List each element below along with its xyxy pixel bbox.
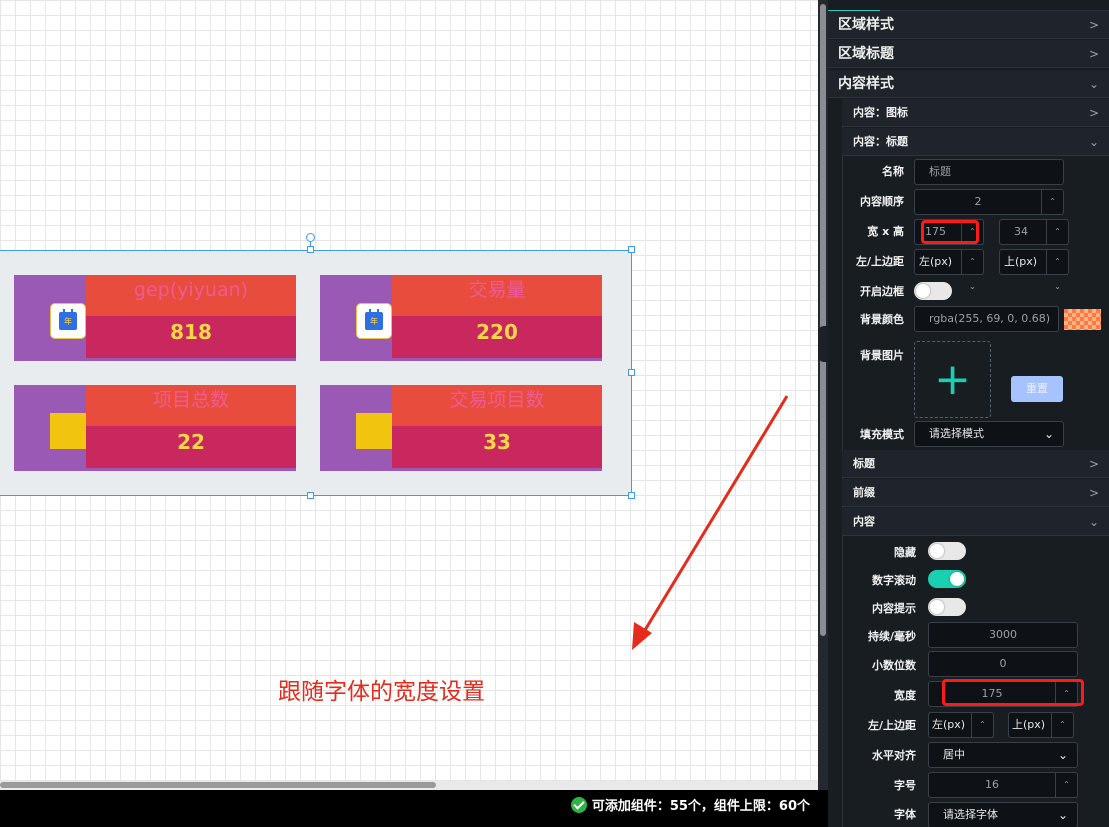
vertical-scrollbar[interactable] bbox=[818, 0, 828, 790]
chevron-down-icon: ⌄ bbox=[1057, 808, 1068, 822]
upload-button[interactable]: + bbox=[914, 341, 991, 418]
chevron-right-icon: > bbox=[1088, 106, 1099, 120]
chevron-right-icon: > bbox=[1088, 47, 1099, 61]
hide-toggle[interactable] bbox=[928, 542, 966, 560]
fill-mode-select[interactable]: 请选择模式 ⌄ bbox=[914, 421, 1064, 447]
hide-label: 隐藏 bbox=[894, 546, 916, 559]
size-label: 宽 x 高 bbox=[867, 225, 904, 238]
top-margin-input[interactable]: 上(px) ⌃ ⌄ bbox=[999, 249, 1069, 291]
subsection-content[interactable]: 内容 ⌄ bbox=[842, 508, 1109, 536]
border-label: 开启边框 bbox=[860, 285, 904, 298]
tip-label: 内容提示 bbox=[872, 602, 916, 615]
name-label: 名称 bbox=[882, 165, 904, 178]
stat-card-component[interactable]: 年 gep(yiyuan) 818 年 交易量 220 项目总数 22 交易项目… bbox=[0, 250, 632, 496]
content-margin-label: 左/上边距 bbox=[867, 719, 916, 732]
content-tip-toggle[interactable] bbox=[928, 598, 966, 616]
height-input[interactable]: 34⌃⌄ bbox=[999, 219, 1069, 261]
number-scroll-toggle[interactable] bbox=[928, 570, 966, 588]
font-select[interactable]: 请选择字体 ⌄ bbox=[928, 802, 1078, 827]
fontsize-input[interactable]: 16⌃⌄ bbox=[928, 772, 1078, 814]
yellow-square-icon bbox=[50, 413, 86, 449]
scroll-label: 数字滚动 bbox=[872, 574, 916, 587]
horizontal-scrollbar[interactable] bbox=[0, 781, 822, 790]
subsection-prefix[interactable]: 前缀 > bbox=[842, 479, 1109, 507]
order-label: 内容顺序 bbox=[860, 195, 904, 208]
card-title: 交易量 bbox=[392, 275, 602, 316]
decimals-input[interactable]: 0 bbox=[928, 651, 1078, 677]
section-area-title[interactable]: 区域标题 > bbox=[828, 40, 1109, 68]
rotate-handle[interactable] bbox=[306, 233, 315, 242]
card-title: 项目总数 bbox=[86, 385, 296, 426]
status-text: 可添加组件：55个，组件上限：60个 bbox=[591, 799, 810, 814]
annotation-text: 跟随字体的宽度设置 bbox=[278, 679, 485, 705]
order-input[interactable]: 2⌃⌄ bbox=[914, 189, 1064, 231]
bg-color-label: 背景颜色 bbox=[860, 313, 904, 326]
reset-button[interactable]: 重置 bbox=[1011, 376, 1063, 402]
section-area-style[interactable]: 区域样式 > bbox=[828, 11, 1109, 39]
content-left-margin-input[interactable]: 左(px)⌃⌄ bbox=[928, 712, 994, 754]
resize-handle-right[interactable] bbox=[628, 369, 635, 376]
chevron-down-icon: ⌄ bbox=[1043, 427, 1054, 441]
width-label: 宽度 bbox=[894, 689, 916, 702]
fontsize-label: 字号 bbox=[894, 779, 916, 792]
font-label: 字体 bbox=[894, 808, 916, 821]
card-value: 818 bbox=[86, 316, 296, 358]
plus-icon: + bbox=[934, 353, 971, 405]
subsection-title[interactable]: 标题 > bbox=[842, 450, 1109, 478]
annotation-arrow bbox=[632, 395, 789, 650]
chevron-down-icon: ⌄ bbox=[1088, 515, 1099, 529]
calendar-icon: 年 bbox=[50, 303, 86, 339]
yellow-square-icon bbox=[356, 413, 392, 449]
status-bar: 可添加组件：55个，组件上限：60个 bbox=[0, 790, 828, 827]
resize-handle-bottom[interactable] bbox=[307, 492, 314, 499]
card-value: 220 bbox=[392, 316, 602, 358]
fill-mode-label: 填充模式 bbox=[860, 428, 904, 441]
duration-input[interactable]: 3000 bbox=[928, 622, 1078, 648]
highlight-box bbox=[942, 679, 1084, 706]
align-label: 水平对齐 bbox=[872, 749, 916, 762]
resize-handle-top-right[interactable] bbox=[628, 246, 635, 253]
chevron-right-icon: > bbox=[1088, 18, 1099, 32]
left-margin-input[interactable]: 左(px) ⌃ ⌄ bbox=[914, 249, 984, 291]
subsection-content-icon[interactable]: 内容：图标 > bbox=[842, 99, 1109, 127]
stat-card[interactable]: 项目总数 22 bbox=[14, 385, 296, 471]
margin-label: 左/上边距 bbox=[855, 255, 904, 268]
chevron-down-icon: ⌄ bbox=[1057, 748, 1068, 762]
properties-panel: 区域样式 > 区域标题 > 内容样式 ⌄ 内容：图标 > 内容：标题 ⌄ 名称 标题 内容… bbox=[828, 0, 1109, 827]
stat-card[interactable]: 年 交易量 220 bbox=[320, 275, 602, 361]
calendar-icon: 年 bbox=[356, 303, 392, 339]
chevron-down-icon: ⌄ bbox=[1088, 77, 1099, 91]
card-title: 交易项目数 bbox=[392, 385, 602, 426]
design-canvas[interactable]: 年 gep(yiyuan) 818 年 交易量 220 项目总数 22 交易项目… bbox=[0, 0, 822, 790]
section-content-style[interactable]: 内容样式 ⌄ bbox=[828, 70, 1109, 98]
subsection-content-title[interactable]: 内容：标题 ⌄ bbox=[842, 128, 1109, 156]
name-input[interactable]: 标题 bbox=[914, 159, 1064, 185]
stat-card[interactable]: 年 gep(yiyuan) 818 bbox=[14, 275, 296, 361]
decimals-label: 小数位数 bbox=[872, 659, 916, 672]
highlight-box bbox=[921, 220, 979, 244]
bg-color-input[interactable]: rgba(255, 69, 0, 0.68) bbox=[914, 306, 1059, 332]
color-swatch[interactable] bbox=[1064, 309, 1101, 330]
chevron-right-icon: > bbox=[1088, 457, 1099, 471]
stat-card[interactable]: 交易项目数 33 bbox=[320, 385, 602, 471]
check-circle-icon bbox=[570, 796, 587, 813]
bg-image-label: 背景图片 bbox=[860, 349, 904, 362]
content-top-margin-input[interactable]: 上(px)⌃⌄ bbox=[1008, 712, 1074, 754]
border-toggle[interactable] bbox=[914, 282, 952, 300]
duration-label: 持续/毫秒 bbox=[867, 630, 916, 643]
card-value: 33 bbox=[392, 426, 602, 468]
chevron-down-icon: ⌄ bbox=[1088, 135, 1099, 149]
card-title: gep(yiyuan) bbox=[86, 275, 296, 316]
card-value: 22 bbox=[86, 426, 296, 468]
align-select[interactable]: 居中 ⌄ bbox=[928, 742, 1078, 768]
chevron-right-icon: > bbox=[1088, 486, 1099, 500]
resize-handle-top[interactable] bbox=[307, 246, 314, 253]
